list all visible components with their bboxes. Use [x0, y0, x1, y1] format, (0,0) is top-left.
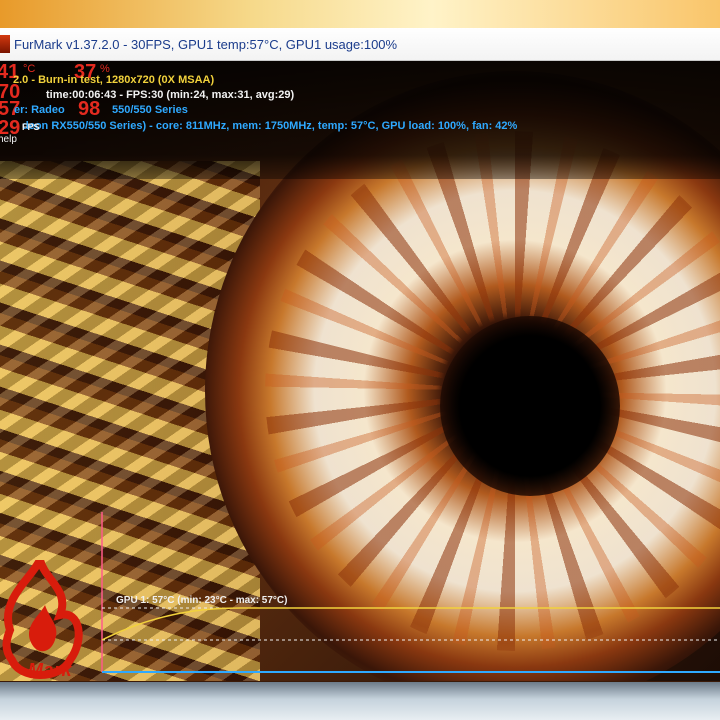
window-title: FurMark v1.37.2.0 - 30FPS, GPU1 temp:57°…: [14, 36, 398, 52]
furmark-app-icon: [0, 35, 10, 53]
hud-line-test: 2.0 - Burn-in test, 1280x720 (0X MSAA): [13, 74, 215, 86]
gpu-temp-series: [101, 607, 720, 641]
eye-pupil: [440, 316, 620, 496]
screen-glare: [0, 0, 720, 28]
hud-line-gpu-info: deon RX550/550 Series) - core: 811MHz, m…: [22, 120, 518, 132]
graph-label: GPU 1: 57°C (min: 23°C - max: 57°C): [116, 595, 288, 606]
hud-value-4: 98: [78, 98, 101, 120]
hud-line-renderer: er: Radeo: [14, 104, 65, 116]
hud-line-renderer-series: 550/550 Series: [112, 104, 188, 116]
help-hint: help: [0, 134, 17, 145]
hud-overlay: 41 °C 37 % 2.0 - Burn-in test, 1280x720 …: [0, 61, 720, 179]
furmark-logo-text: Mark: [28, 660, 73, 680]
window-titlebar[interactable]: FurMark v1.37.2.0 - 30FPS, GPU1 temp:57°…: [0, 28, 720, 61]
fps-unit: FPS: [22, 122, 40, 132]
monitor-bezel: [0, 682, 720, 720]
